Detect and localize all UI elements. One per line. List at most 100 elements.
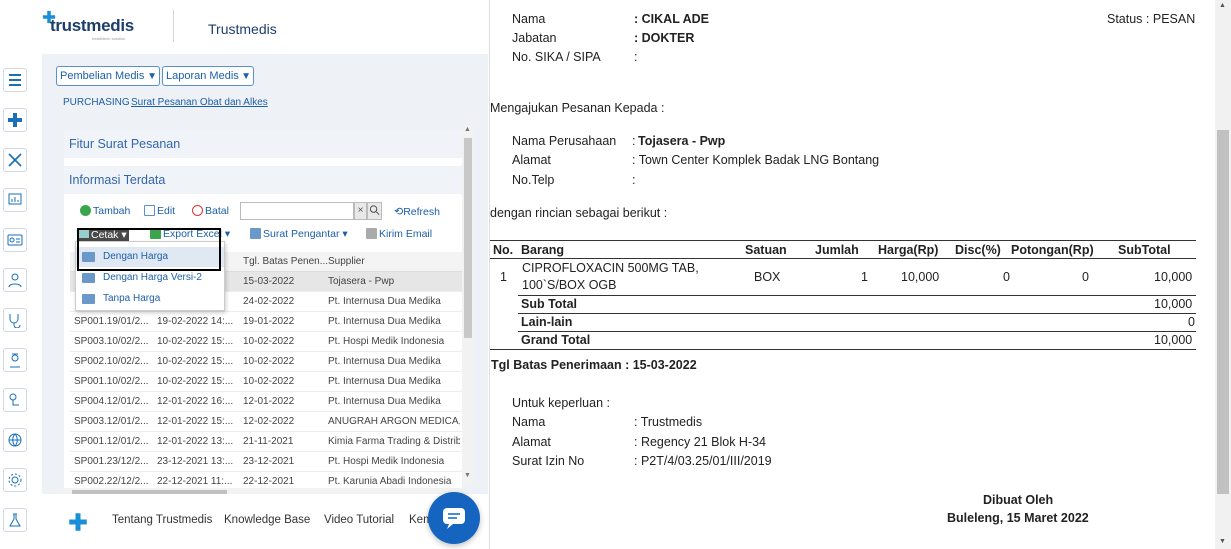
- id-card-icon[interactable]: [3, 228, 27, 252]
- keperluan-nama-value: : Trustmedis: [634, 415, 703, 429]
- document-scroll-thumb[interactable]: [1217, 130, 1229, 494]
- stethoscope-icon[interactable]: [3, 308, 27, 332]
- table-cell: 12-01-2022 16:...: [157, 396, 234, 407]
- surat-pengantar-label: Surat Pengantar: [263, 228, 340, 240]
- doc-jabatan-value: : DOKTER: [634, 31, 695, 45]
- scroll-down-icon[interactable]: ▼: [464, 472, 471, 479]
- section-fitur-surat-pesanan[interactable]: Fitur Surat Pesanan: [64, 130, 462, 158]
- doc-sika-value: :: [634, 50, 638, 64]
- breadcrumb-page[interactable]: Surat Pesanan Obat dan Alkes: [131, 97, 268, 108]
- print-item-label: Dengan Harga: [103, 251, 169, 262]
- print-icon: [82, 294, 95, 304]
- table-cell: Pt. Internusa Dua Medika: [328, 356, 441, 367]
- document-scrollbar[interactable]: ▲ ▼: [1215, 0, 1231, 549]
- surat-pengantar-button[interactable]: Surat Pengantar ▾: [250, 228, 348, 240]
- cross-icon[interactable]: [3, 108, 27, 132]
- chat-button[interactable]: [428, 492, 480, 544]
- tambah-button[interactable]: Tambah: [80, 205, 130, 217]
- td-jumlah: 1: [861, 270, 868, 284]
- th-jumlah: Jumlah: [815, 243, 859, 257]
- table-row[interactable]: SP002.22/12/2... 22-12-2021 11:... 22-12-2…: [70, 472, 465, 484]
- table-cell: 12-01-2022 13:...: [157, 436, 234, 447]
- table-row[interactable]: SP001.23/12/2... 23-12-2021 13:... 23-12-2…: [70, 452, 465, 472]
- scroll-up-icon[interactable]: ▲: [464, 126, 471, 133]
- footer-link-tentang[interactable]: Tentang Trustmedis: [112, 514, 212, 526]
- table-cell: SP003.12/01/2...: [74, 416, 149, 427]
- tools-icon[interactable]: [3, 148, 27, 172]
- app-title: Trustmedis: [208, 21, 277, 37]
- table-row[interactable]: SP001.12/01/2... 12-01-2022 13:... 21-11-2…: [70, 432, 465, 452]
- td-barang-line1: CIPROFLOXACIN 500MG TAB,: [522, 261, 699, 275]
- table-cell: 19-02-2022 14:...: [157, 316, 234, 327]
- menu-icon[interactable]: [3, 68, 27, 92]
- column-header-tgl-batas[interactable]: Tgl. Batas Penen...: [243, 256, 328, 267]
- footer-link-video-tutorial[interactable]: Video Tutorial: [324, 514, 394, 526]
- settings-icon[interactable]: [3, 468, 27, 492]
- scroll-thumb[interactable]: [464, 138, 472, 338]
- report-icon[interactable]: [3, 188, 27, 212]
- pembelian-medis-label: Pembelian Medis: [60, 70, 145, 82]
- print-tanpa-harga[interactable]: Tanpa Harga: [76, 289, 224, 309]
- table-row[interactable]: SP001.19/01/2... 19-02-2022 14:... 19-01-2…: [70, 312, 465, 332]
- td-subtotal: 10,000: [1154, 270, 1193, 284]
- td-disc: 0: [1003, 270, 1010, 284]
- breadcrumb-section[interactable]: PURCHASING: [63, 97, 130, 108]
- search-icon[interactable]: [367, 202, 382, 220]
- tgl-batas-penerimaan: Tgl Batas Penerimaan : 15-03-2022: [491, 358, 697, 372]
- table-cell: Pt. Karunia Abadi Indonesia: [328, 476, 452, 484]
- doctor-icon[interactable]: [3, 268, 27, 292]
- refresh-button[interactable]: ⟲Refresh: [394, 205, 440, 218]
- flask-icon[interactable]: [3, 508, 27, 532]
- grid-vertical-scrollbar[interactable]: ▲ ▼: [462, 126, 474, 484]
- table-row[interactable]: SP002.10/02/2... 10-02-2022 15:... 10-02-2…: [70, 352, 465, 372]
- nurse-icon[interactable]: [3, 348, 27, 372]
- excel-icon: [150, 228, 161, 239]
- scroll-up-icon[interactable]: ▲: [1219, 2, 1226, 9]
- table-row[interactable]: SP004.12/01/2... 12-01-2022 16:... 12-01-2…: [70, 392, 465, 412]
- cetak-button[interactable]: Cetak ▾: [77, 228, 129, 242]
- chevron-down-icon: ▼: [147, 71, 157, 82]
- doc-perusahaan-value: Tojasera - Pwp: [638, 134, 726, 148]
- column-header-supplier[interactable]: Supplier: [328, 256, 365, 267]
- export-excel-button[interactable]: Export Excel ▾: [150, 228, 230, 240]
- batal-button[interactable]: Batal: [192, 205, 229, 217]
- laporan-medis-menu[interactable]: Laporan Medis ▼: [162, 66, 254, 86]
- scroll-down-icon[interactable]: ▼: [1219, 538, 1226, 545]
- search-input[interactable]: [240, 202, 354, 220]
- doc-telp-value: :: [632, 173, 636, 187]
- header-divider: [173, 10, 174, 42]
- kirim-email-label: Kirim Email: [379, 228, 433, 240]
- edit-button[interactable]: Edit: [144, 205, 175, 217]
- dibuat-oleh: Dibuat Oleh: [983, 493, 1054, 507]
- table-cell: 22-12-2021 11:...: [157, 476, 233, 484]
- td-potongan: 0: [1082, 270, 1089, 284]
- table-row[interactable]: SP003.10/02/2... 10-02-2022 15:... 10-02-2…: [70, 332, 465, 352]
- print-item-label: Dengan Harga Versi-2: [103, 272, 202, 283]
- table-cell: SP001.12/01/2...: [74, 436, 149, 447]
- footer-link-knowledge-base[interactable]: Knowledge Base: [224, 514, 310, 526]
- table-row[interactable]: SP003.12/01/2... 12-01-2022 15:... 12-02-2…: [70, 412, 465, 432]
- doc-alamat-value: : Town Center Komplek Badak LNG Bontang: [632, 153, 880, 167]
- globe-icon[interactable]: [3, 428, 27, 452]
- search-clear-button[interactable]: ×: [354, 202, 367, 220]
- lain-lain-label: Lain-lain: [521, 315, 573, 329]
- table-cell: SP001.19/01/2...: [74, 316, 149, 327]
- pembelian-medis-menu[interactable]: Pembelian Medis ▼: [56, 66, 160, 86]
- keperluan-izin-label: Surat Izin No: [512, 454, 585, 468]
- section-informasi-terdata[interactable]: Informasi Terdata: [64, 166, 462, 194]
- purchase-order-document: Nama : CIKAL ADE Status : PESAN Jabatan …: [489, 0, 1215, 549]
- laporan-medis-label: Laporan Medis: [166, 70, 239, 82]
- rule-grand: [518, 331, 1196, 332]
- app-header: trustmedis healthtech solution Trustmedi…: [42, 0, 488, 52]
- doc-nama-label: Nama: [512, 12, 546, 26]
- print-item-label: Tanpa Harga: [103, 293, 161, 304]
- trustmedis-logo: trustmedis healthtech solution: [42, 8, 152, 44]
- sub-total-value: 10,000: [1154, 297, 1193, 311]
- print-dengan-harga[interactable]: Dengan Harga: [76, 247, 224, 267]
- table-row[interactable]: SP001.10/02/2... 10-02-2022 15:... 10-02-2…: [70, 372, 465, 392]
- kirim-email-button[interactable]: Kirim Email: [366, 228, 432, 240]
- print-dengan-harga-versi-2[interactable]: Dengan Harga Versi-2: [76, 268, 224, 288]
- logo-text: trustmedis: [50, 16, 134, 35]
- medicine-icon[interactable]: [3, 388, 27, 412]
- table-cell: Pt. Internusa Dua Medika: [328, 396, 441, 407]
